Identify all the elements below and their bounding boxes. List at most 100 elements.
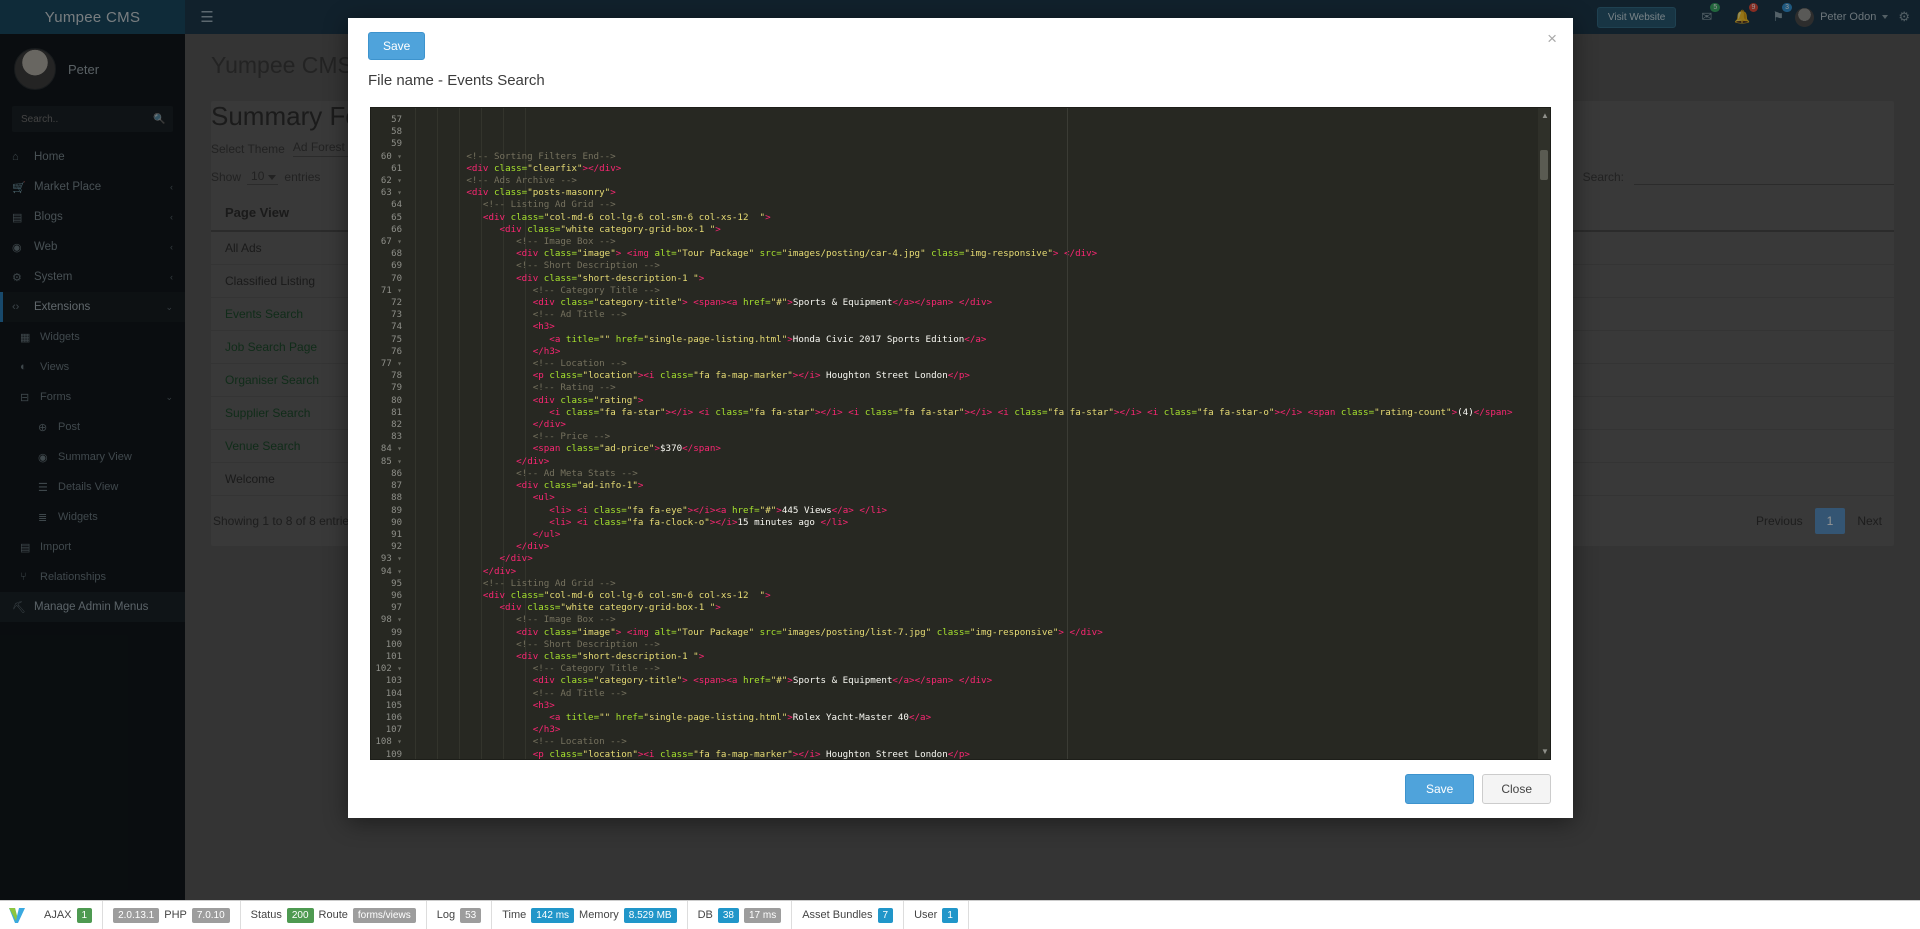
code-line[interactable]: <h3> (407, 700, 1550, 712)
fold-arrow-icon[interactable]: ▾ (397, 615, 402, 624)
code-line[interactable]: </div> (407, 566, 1550, 578)
fold-arrow-icon[interactable]: ▾ (397, 444, 402, 453)
debug-group[interactable]: Time142 msMemory8.529 MB (492, 901, 687, 929)
line-number: 102 ▾ (371, 663, 402, 675)
code-line[interactable]: <span class="ad-price">$370</span> (407, 443, 1550, 455)
code-line[interactable]: <div class="short-description-1 "> (407, 651, 1550, 663)
code-line[interactable]: <div class="col-md-6 col-lg-6 col-sm-6 c… (407, 590, 1550, 602)
code-line[interactable]: <li> <i class="fa fa-clock-o"></i>15 min… (407, 517, 1550, 529)
code-line[interactable]: <!-- Image Box --> (407, 614, 1550, 626)
code-line[interactable]: <!-- Ad Meta Stats --> (407, 468, 1550, 480)
line-number: 101 (371, 651, 402, 663)
line-number: 92 (371, 541, 402, 553)
line-number: 85 ▾ (371, 456, 402, 468)
code-line[interactable]: <div class="clearfix"></div> (407, 163, 1550, 175)
fold-arrow-icon[interactable]: ▾ (397, 359, 402, 368)
yii-logo-icon[interactable] (0, 905, 34, 925)
code-line[interactable]: <h3> (407, 321, 1550, 333)
code-line[interactable]: </h3> (407, 724, 1550, 736)
fold-arrow-icon[interactable]: ▾ (397, 567, 402, 576)
code-line[interactable]: <li> <i class="fa fa-eye"></i><a href="#… (407, 505, 1550, 517)
line-number: 60 ▾ (371, 151, 402, 163)
code-line[interactable]: <div class="category-title"> <span><a hr… (407, 297, 1550, 309)
close-icon[interactable]: × (1547, 30, 1557, 47)
code-editor[interactable]: 57585960 ▾6162 ▾63 ▾64656667 ▾68697071 ▾… (370, 107, 1551, 760)
code-line[interactable]: <!-- Ad Title --> (407, 309, 1550, 321)
code-line[interactable]: </div> (407, 456, 1550, 468)
debug-group[interactable]: Status200Routeforms/views (241, 901, 427, 929)
code-line[interactable]: <div class="col-md-6 col-lg-6 col-sm-6 c… (407, 212, 1550, 224)
scrollbar-thumb[interactable] (1540, 150, 1548, 180)
code-line[interactable]: <!-- Listing Ad Grid --> (407, 199, 1550, 211)
fold-arrow-icon[interactable]: ▾ (397, 286, 402, 295)
code-line[interactable]: <div class="white category-grid-box-1 "> (407, 602, 1550, 614)
modal-footer: Save Close (348, 760, 1573, 818)
code-line[interactable]: <!-- Sorting Filters End--> (407, 151, 1550, 163)
code-line[interactable]: </h3> (407, 346, 1550, 358)
line-number: 66 (371, 224, 402, 236)
save-button[interactable]: Save (1405, 774, 1474, 804)
close-button[interactable]: Close (1482, 774, 1551, 804)
debug-pill: 2.0.13.1 (113, 908, 159, 923)
caret-down-icon[interactable]: ▼ (1541, 747, 1549, 756)
debug-label: Log (437, 909, 455, 921)
code-line[interactable]: <!-- Rating --> (407, 382, 1550, 394)
fold-arrow-icon[interactable]: ▾ (397, 457, 402, 466)
code-line[interactable]: <div class="rating"> (407, 395, 1550, 407)
code-line[interactable]: <div class="white category-grid-box-1 "> (407, 224, 1550, 236)
line-number: 68 (371, 248, 402, 260)
fold-arrow-icon[interactable]: ▾ (397, 554, 402, 563)
code-line[interactable]: <!-- Price --> (407, 431, 1550, 443)
debug-label: User (914, 909, 937, 921)
debug-group[interactable]: Log53 (427, 901, 492, 929)
fold-arrow-icon[interactable]: ▾ (397, 237, 402, 246)
code-line[interactable]: <i class="fa fa-star"></i> <i class="fa … (407, 407, 1550, 419)
debug-group[interactable]: DB3817 ms (688, 901, 793, 929)
debug-group[interactable]: AJAX1 (34, 901, 103, 929)
code-line[interactable]: </div> (407, 541, 1550, 553)
code-line[interactable]: <div class="posts-masonry"> (407, 187, 1550, 199)
code-line[interactable]: <!-- Category Title --> (407, 663, 1550, 675)
code-line[interactable]: <!-- Image Box --> (407, 236, 1550, 248)
code-line[interactable]: <!-- Short Description --> (407, 260, 1550, 272)
code-line[interactable]: <div class="image"> <img alt="Tour Packa… (407, 248, 1550, 260)
code-line[interactable]: <!-- Category Title --> (407, 285, 1550, 297)
code-line[interactable]: <ul> (407, 492, 1550, 504)
caret-up-icon[interactable]: ▲ (1541, 111, 1549, 120)
code-line[interactable]: <div class="ad-info-1"> (407, 480, 1550, 492)
code-line[interactable]: <div class="image"> <img alt="Tour Packa… (407, 627, 1550, 639)
debug-toolbar: AJAX12.0.13.1PHP7.0.10Status200Routeform… (0, 900, 1920, 929)
debug-pill: 1 (942, 908, 958, 923)
debug-label: Asset Bundles (802, 909, 872, 921)
code-line[interactable]: <!-- Location --> (407, 358, 1550, 370)
code-line[interactable]: </div> (407, 553, 1550, 565)
code-line[interactable]: </ul> (407, 529, 1550, 541)
code-line[interactable]: <div class="category-title"> <span><a hr… (407, 675, 1550, 687)
debug-groups: AJAX12.0.13.1PHP7.0.10Status200Routeform… (34, 901, 969, 929)
code-line[interactable]: <!-- Ad Title --> (407, 688, 1550, 700)
code-line[interactable]: <p class="location"><i class="fa fa-map-… (407, 370, 1550, 382)
code-line[interactable]: <!-- Ads Archive --> (407, 175, 1550, 187)
line-number: 96 (371, 590, 402, 602)
editor-code-area[interactable]: <!-- Sorting Filters End--> <div class="… (407, 108, 1550, 759)
editor-vertical-scrollbar[interactable]: ▲ ▼ (1538, 108, 1550, 759)
code-line[interactable]: <div class="short-description-1 "> (407, 273, 1550, 285)
fold-arrow-icon[interactable]: ▾ (397, 152, 402, 161)
code-line[interactable]: <!-- Location --> (407, 736, 1550, 748)
fold-arrow-icon[interactable]: ▾ (397, 664, 402, 673)
fold-arrow-icon[interactable]: ▾ (397, 176, 402, 185)
save-button-top[interactable]: Save (368, 32, 425, 60)
debug-group[interactable]: Asset Bundles7 (792, 901, 904, 929)
code-line[interactable]: <!-- Short Description --> (407, 639, 1550, 651)
code-line[interactable]: </div> (407, 419, 1550, 431)
fold-arrow-icon[interactable]: ▾ (397, 188, 402, 197)
line-number: 100 (371, 639, 402, 651)
code-line[interactable]: <!-- Listing Ad Grid --> (407, 578, 1550, 590)
debug-group[interactable]: 2.0.13.1PHP7.0.10 (103, 901, 241, 929)
debug-group[interactable]: User 1 (904, 901, 969, 929)
line-number: 59 (371, 138, 402, 150)
code-line[interactable]: <a title="" href="single-page-listing.ht… (407, 712, 1550, 724)
code-line[interactable]: <p class="location"><i class="fa fa-map-… (407, 749, 1550, 759)
fold-arrow-icon[interactable]: ▾ (397, 737, 402, 746)
code-line[interactable]: <a title="" href="single-page-listing.ht… (407, 334, 1550, 346)
